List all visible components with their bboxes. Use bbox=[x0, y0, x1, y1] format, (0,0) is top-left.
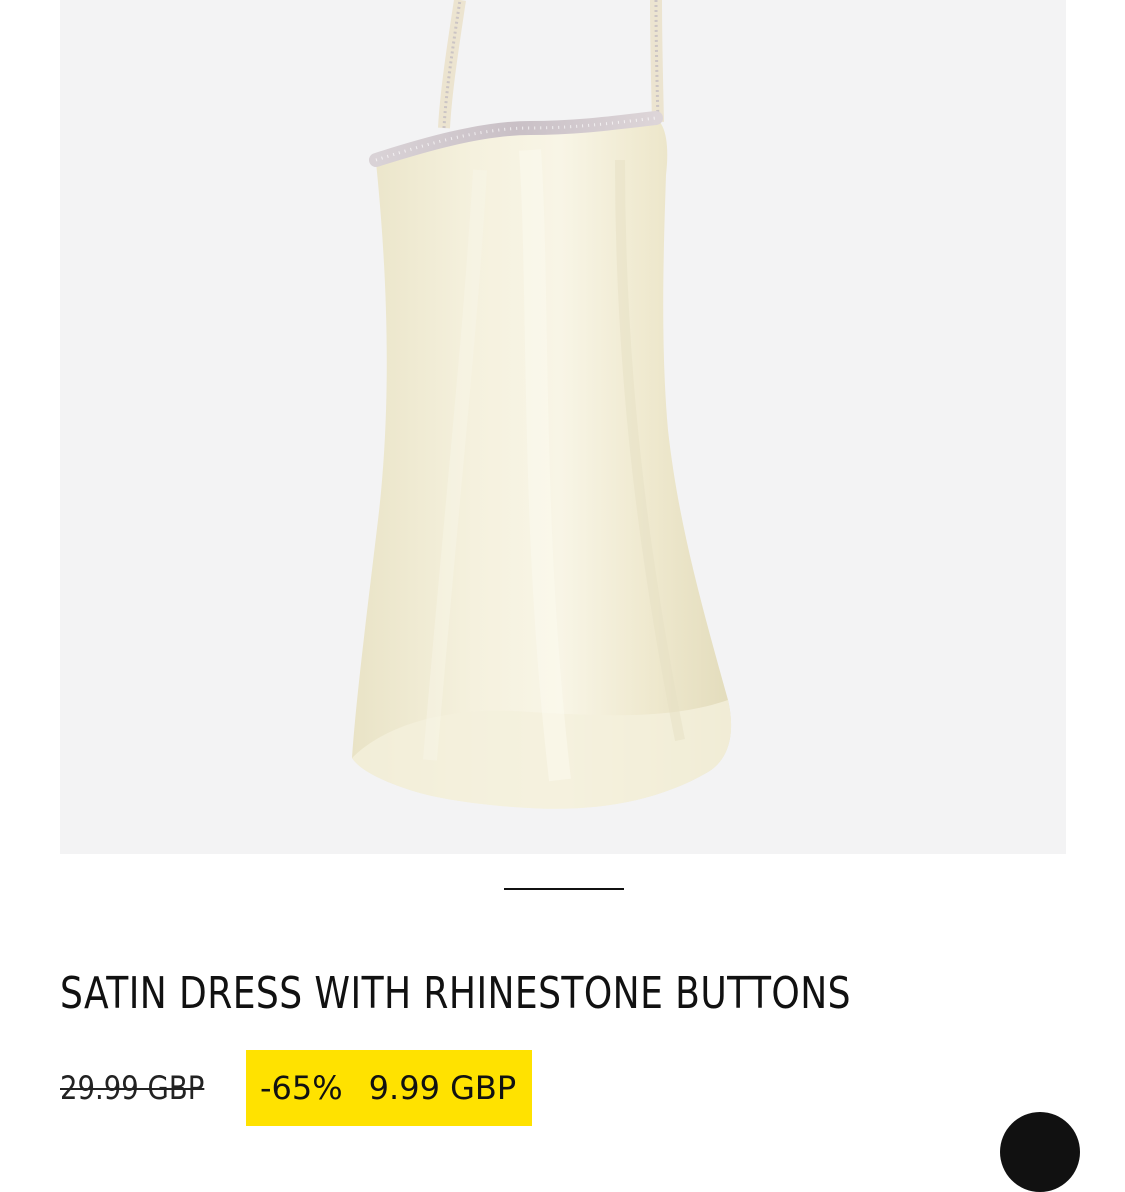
product-image[interactable] bbox=[60, 0, 1066, 854]
original-price: 29.99 GBP bbox=[60, 1069, 205, 1107]
product-title: SATIN DRESS WITH RHINESTONE BUTTONS bbox=[60, 968, 851, 1019]
price-row: 29.99 GBP -65% 9.99 GBP bbox=[60, 1050, 533, 1126]
floating-action-button[interactable] bbox=[1000, 1112, 1080, 1192]
sale-badge: -65% 9.99 GBP bbox=[246, 1050, 533, 1126]
sale-price: 9.99 GBP bbox=[368, 1069, 517, 1107]
satin-dress-image bbox=[352, 0, 732, 809]
discount-percent: -65% bbox=[260, 1069, 343, 1107]
carousel-indicator[interactable] bbox=[504, 888, 624, 890]
